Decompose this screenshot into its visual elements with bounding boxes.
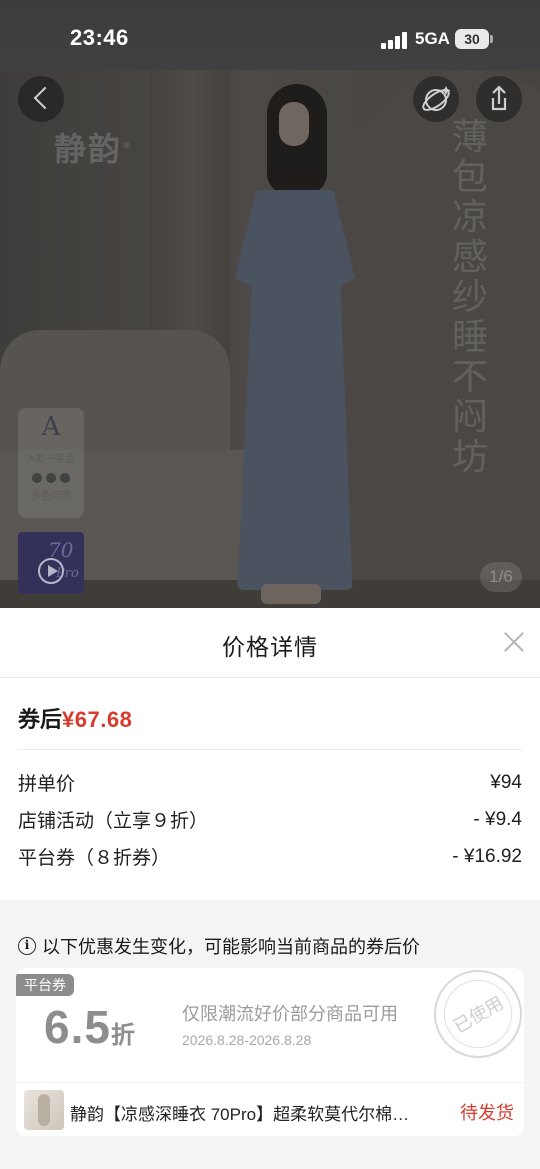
row-value: - ¥16.92 [452, 845, 522, 867]
close-icon[interactable] [500, 628, 528, 656]
divider [16, 1082, 524, 1083]
used-stamp-text: 已使用 [431, 968, 524, 1061]
discount-unit: 折 [110, 1022, 135, 1049]
order-status: 待发货 [460, 1103, 514, 1123]
status-time: 23:46 [70, 25, 129, 50]
coupon-description: 仅限潮流好价部分商品可用 [182, 1004, 398, 1024]
share-button[interactable] [476, 76, 522, 122]
image-counter: 1/6 [480, 562, 522, 592]
brand-watermark: 静韵® [54, 124, 133, 170]
after-coupon-price: 券后¥67.68 [18, 678, 522, 750]
product-image-carousel[interactable]: 静韵® 薄包凉感纱睡不闷坊 A A类一等品 多色可选 70 Pro 1/6 [0, 0, 540, 608]
model-figure [215, 84, 365, 604]
price-breakdown: 券后¥67.68 拼单价 ¥94 店铺活动（立享９折） - ¥9.4 平台券（８… [0, 678, 540, 900]
color-dot [46, 473, 56, 483]
product-thumbnail [24, 1090, 64, 1130]
price-row-platform-coupon: 平台券（８折券） - ¥16.92 [18, 838, 522, 875]
share-icon [491, 85, 507, 111]
row-label: 平台券（８折券） [18, 848, 171, 869]
grade-badge: A A类一等品 多色可选 [18, 408, 84, 518]
ar-sparkle-icon [422, 86, 451, 111]
color-dot [60, 473, 70, 483]
network-type: 5GA [415, 29, 450, 48]
signal-icon [381, 31, 409, 49]
model-face [279, 102, 309, 146]
back-button[interactable] [18, 76, 64, 122]
video-thumbnail[interactable]: 70 Pro [18, 532, 84, 594]
coupon-date-range: 2026.8.28-2026.8.28 [182, 1032, 312, 1048]
registered-mark: ® [122, 141, 134, 152]
change-notice: i 以下优惠发生变化，可能影响当前商品的券后价 [18, 933, 420, 959]
notice-text: 以下优惠发生变化，可能影响当前商品的券后价 [42, 937, 420, 957]
info-icon: i [18, 937, 36, 955]
row-value: - ¥9.4 [473, 808, 522, 830]
coupon-type-tag: 平台券 [16, 974, 74, 996]
grade-text: A类一等品 [27, 454, 75, 465]
battery-icon: 30 [455, 29, 489, 49]
brand-watermark-text: 静韵 [54, 130, 123, 168]
ar-tryon-button[interactable] [413, 76, 459, 122]
discount-value: 6.5 [44, 1001, 111, 1053]
coupon-discount: 6.5折 [44, 1000, 135, 1054]
after-coupon-label: 券后 [18, 707, 63, 732]
model-feet [261, 584, 321, 604]
row-label: 店铺活动（立享９折） [18, 811, 209, 832]
sheet-header: 价格详情 [0, 608, 540, 678]
model-dress [235, 190, 355, 590]
price-row-store-discount: 店铺活动（立享９折） - ¥9.4 [18, 801, 522, 838]
background-arch [340, 70, 540, 608]
play-icon [38, 558, 64, 584]
product-name: 静韵【凉感深睡衣 70Pro】超柔软莫代尔棉… [70, 1105, 410, 1124]
battery-tip [490, 35, 493, 43]
grade-letter: A [41, 412, 61, 442]
colors-text: 多色可选 [31, 491, 71, 502]
color-dots [18, 473, 84, 483]
sheet-title: 价格详情 [222, 634, 318, 660]
row-label: 拼单价 [18, 774, 76, 795]
price-row-group-price: 拼单价 ¥94 [18, 764, 522, 801]
used-stamp: 已使用 [417, 968, 524, 1075]
status-bar: 23:46 5GA 30 [0, 0, 540, 70]
price-detail-sheet: 价格详情 券后¥67.68 拼单价 ¥94 店铺活动（立享９折） - ¥9.4 … [0, 608, 540, 1169]
price-rows: 拼单价 ¥94 店铺活动（立享９折） - ¥9.4 平台券（８折券） - ¥16… [18, 750, 522, 875]
vertical-slogan: 薄包凉感纱睡不闷坊 [452, 117, 489, 478]
after-coupon-value: ¥67.68 [62, 707, 133, 732]
coupon-card[interactable]: 平台券 6.5折 仅限潮流好价部分商品可用 2026.8.28-2026.8.2… [16, 968, 524, 1136]
row-value: ¥94 [490, 771, 522, 793]
color-dot [32, 473, 42, 483]
